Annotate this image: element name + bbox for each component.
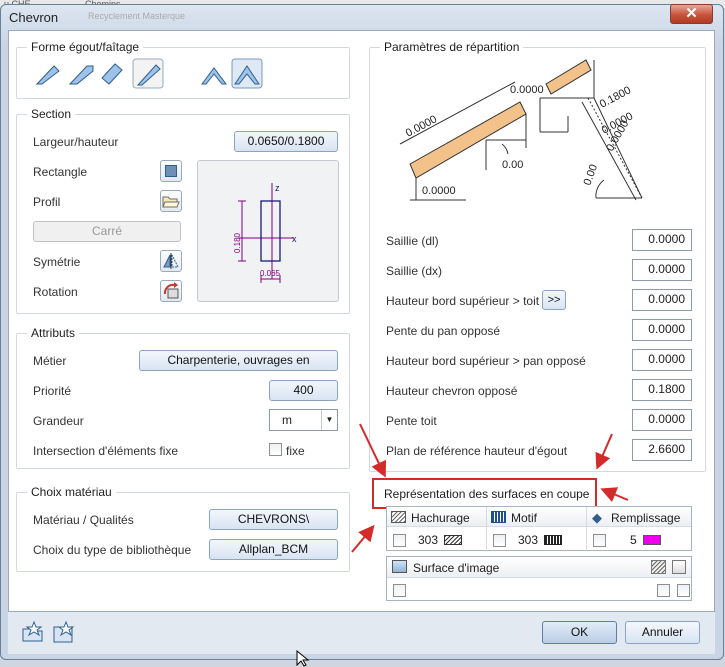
rectangle-label: Rectangle xyxy=(33,165,88,179)
param-row: Hauteur chevron opposé 0.1800 xyxy=(386,379,692,401)
surface-image-table: Surface d'image xyxy=(386,556,692,601)
height-dimension: 0.180 xyxy=(233,232,242,253)
section-preview: z x 0.180 0.065 xyxy=(197,160,339,302)
dim-text: 0.0000 xyxy=(404,113,439,139)
mouse-cursor-icon xyxy=(296,650,310,667)
ridge-shape-1-icon[interactable] xyxy=(201,67,227,85)
param-value-field[interactable]: 0.0000 xyxy=(632,349,692,371)
biblio-label: Choix du type de bibliothèque xyxy=(33,543,192,557)
eave-shape-1-icon[interactable] xyxy=(35,65,60,85)
carre-button[interactable]: Carré xyxy=(33,221,181,242)
width-dimension: 0.065 xyxy=(260,269,281,278)
x-axis-label: x xyxy=(292,234,297,244)
rotation-button[interactable] xyxy=(160,280,182,302)
qualites-label: Matériau / Qualités xyxy=(33,513,134,527)
surface-image-checkbox-3[interactable] xyxy=(677,584,690,597)
grandeur-value: m xyxy=(282,413,292,427)
texture-icon xyxy=(651,560,666,574)
param-label: Saillie (dl) xyxy=(386,234,439,248)
dim-text: 0.00 xyxy=(582,163,601,187)
qualites-button[interactable]: CHEVRONS\ xyxy=(209,509,338,530)
param-row: Hauteur bord supérieur > toit 0.0000 xyxy=(386,289,692,311)
more-button[interactable]: >> xyxy=(542,290,566,310)
eave-shape-buttons[interactable] xyxy=(32,58,167,90)
dim-text: 0.1800 xyxy=(598,84,633,110)
dim-text: 0.0000 xyxy=(422,185,456,197)
symetrie-button[interactable] xyxy=(160,250,182,272)
param-value-field[interactable]: 0.0000 xyxy=(632,409,692,431)
fixe-label: fixe xyxy=(286,444,305,458)
symetrie-label: Symétrie xyxy=(33,255,81,269)
z-axis-label: z xyxy=(275,183,280,193)
param-label: Saillie (dx) xyxy=(386,264,443,278)
grandeur-label: Grandeur xyxy=(33,414,84,428)
param-label: Pente du pan opposé xyxy=(386,324,501,338)
close-button[interactable]: ✕ xyxy=(670,4,713,24)
group-title: Attributs xyxy=(27,326,80,340)
folder-open-icon xyxy=(162,196,180,208)
intersection-label: Intersection d'éléments fixe xyxy=(33,444,179,458)
rectangle-icon xyxy=(165,165,177,177)
eave-shape-3-icon[interactable] xyxy=(101,63,123,85)
param-value-field[interactable]: 2.6600 xyxy=(632,439,692,461)
group-title: Choix matériau xyxy=(27,485,116,499)
chevron-down-icon[interactable]: ▼ xyxy=(321,410,337,430)
param-value-field[interactable]: 0.1800 xyxy=(632,379,692,401)
largeur-label: Largeur/hauteur xyxy=(33,135,119,149)
eave-shape-2-icon[interactable] xyxy=(68,65,94,85)
surface-image-header-label: Surface d'image xyxy=(413,561,500,575)
surface-image-checkbox-2[interactable] xyxy=(657,584,670,597)
materiau-group: Choix matériau xyxy=(16,485,350,572)
window-title: Chevron xyxy=(9,10,59,25)
ridge-shape-2-icon[interactable] xyxy=(231,58,263,89)
param-row: Saillie (dx) 0.0000 xyxy=(386,259,692,281)
annotation-arrows xyxy=(351,423,629,553)
mirror-icon xyxy=(163,253,179,269)
rafter-diagram: 0.0000 0.0000 0.0000 0.00 0.0000 0.1800 … xyxy=(399,59,643,201)
favorites-save-icon[interactable] xyxy=(53,621,75,643)
surface-image-checkbox[interactable] xyxy=(393,584,406,597)
param-label: Hauteur bord supérieur > pan opposé xyxy=(386,354,586,368)
param-label: Hauteur chevron opposé xyxy=(386,384,518,398)
param-label: Hauteur bord supérieur > toit xyxy=(386,294,540,308)
favorites-open-icon[interactable] xyxy=(22,621,43,642)
dim-text: 0.00 xyxy=(502,159,523,171)
grandeur-select[interactable]: m ▼ xyxy=(269,409,338,431)
ridge-shape-buttons[interactable] xyxy=(198,58,264,90)
param-row: Hauteur bord supérieur > pan opposé 0.000… xyxy=(386,349,692,371)
footer-icons[interactable] xyxy=(22,621,80,643)
profil-button[interactable] xyxy=(160,190,182,212)
priorite-label: Priorité xyxy=(33,384,72,398)
param-row: Pente du pan opposé 0.0000 xyxy=(386,319,692,341)
background-tab: Recyclement Masterque xyxy=(88,11,186,21)
dim-text: 0.0000 xyxy=(510,84,544,96)
metier-label: Métier xyxy=(33,354,67,368)
param-row: Saillie (dl) 0.0000 xyxy=(386,229,692,251)
profil-label: Profil xyxy=(33,195,61,209)
eave-shape-4-icon[interactable] xyxy=(132,58,164,89)
cancel-button[interactable]: Annuler xyxy=(625,621,700,644)
metier-button[interactable]: Charpenterie, ouvrages en xyxy=(139,350,338,371)
largeur-hauteur-button[interactable]: 0.0650/0.1800 xyxy=(234,131,338,152)
fill-color-swatch[interactable] xyxy=(643,535,661,545)
biblio-button[interactable]: Allplan_BCM xyxy=(209,539,338,560)
ok-button[interactable]: OK xyxy=(542,621,617,644)
param-value-field[interactable]: 0.0000 xyxy=(632,319,692,341)
priorite-button[interactable]: 400 xyxy=(269,380,338,401)
rotation-label: Rotation xyxy=(33,285,78,299)
param-value-field[interactable]: 0.0000 xyxy=(632,229,692,251)
fixe-checkbox[interactable] xyxy=(269,443,282,456)
properties-icon xyxy=(672,560,686,574)
section-preview-drawing: z x 0.180 0.065 xyxy=(233,183,297,283)
rectangle-button[interactable] xyxy=(160,160,182,182)
param-value-field[interactable]: 0.0000 xyxy=(632,259,692,281)
group-title: Section xyxy=(27,107,76,121)
group-title: Forme égout/faîtage xyxy=(27,40,144,54)
param-value-field[interactable]: 0.0000 xyxy=(632,289,692,311)
image-icon xyxy=(392,560,407,573)
rotate-icon xyxy=(163,282,179,299)
